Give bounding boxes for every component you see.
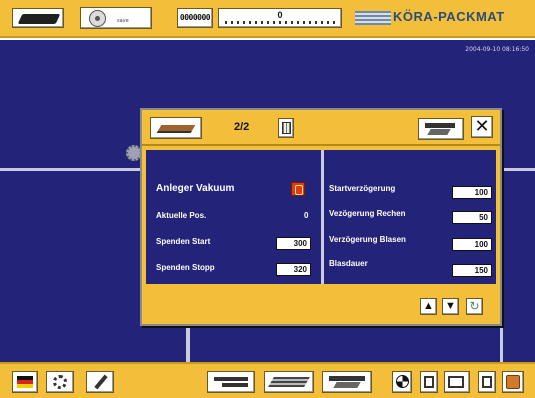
startverzoegerung-field[interactable]: 100	[452, 186, 492, 199]
service-button[interactable]	[86, 371, 114, 393]
verzoegerung-blasen-field[interactable]: 100	[452, 238, 492, 251]
disk-icon	[89, 10, 106, 27]
table-icon-base	[427, 129, 451, 135]
bottom-toolbar	[0, 362, 535, 398]
brand-stripe-icon	[355, 11, 391, 25]
timestamp: 2004-09-10 08:16:50	[465, 46, 529, 53]
page-down-button[interactable]: ▼	[442, 298, 459, 315]
exit-button[interactable]	[502, 371, 524, 393]
table-icon	[329, 376, 365, 381]
exit-icon	[506, 375, 520, 389]
mode-icon	[396, 375, 409, 388]
dialog-footer: ▲ ▼ ↻	[142, 288, 500, 324]
column-divider	[321, 150, 324, 284]
feeder-icon	[156, 125, 196, 133]
blasdauer-field[interactable]: 150	[452, 264, 492, 277]
close-button[interactable]: ✕	[471, 116, 493, 138]
view-single-button[interactable]	[420, 371, 438, 393]
refresh-button[interactable]: ↻	[466, 298, 483, 315]
cassette-button[interactable]	[12, 8, 64, 28]
feeder-button[interactable]	[207, 371, 255, 393]
stack-icon	[268, 377, 310, 387]
param-label-verzoegerung-rechen: Vezögerung Rechen	[329, 209, 406, 218]
cassette-icon	[17, 14, 61, 24]
feeder-page-button[interactable]	[150, 117, 202, 139]
param-label-blasdauer: Blasdauer	[329, 259, 368, 268]
table-icon	[425, 123, 455, 128]
refresh-icon: ↻	[469, 299, 480, 313]
feeder-icon-lower	[222, 383, 248, 387]
view-alt-icon	[482, 376, 492, 388]
vakuum-indicator[interactable]	[291, 182, 305, 196]
dialog-body: Anleger Vakuum Aktuelle Pos. 0 Spenden S…	[146, 150, 496, 284]
brand-logo: KÖRA-PACKMAT	[355, 8, 535, 28]
feeder-icon	[214, 377, 248, 381]
view-double-button[interactable]	[444, 371, 470, 393]
param-label-spenden-stopp: Spenden Stopp	[156, 263, 215, 272]
arrow-up-icon: ▲	[423, 300, 434, 312]
param-label-anleger-vakuum: Anleger Vakuum	[156, 183, 235, 194]
view-alt-button[interactable]	[478, 371, 496, 393]
parameter-dialog: 2/2 ✕ Anleger Vakuum Aktuelle Pos. 0 Spe…	[140, 108, 502, 326]
save-disk-button[interactable]: save	[80, 7, 152, 29]
counter-display: 0000000	[177, 8, 213, 28]
param-label-verzoegerung-blasen: Verzögerung Blasen	[329, 235, 406, 244]
page-indicator: 2/2	[234, 121, 250, 133]
table-tool-button[interactable]	[418, 118, 464, 140]
mode-button[interactable]	[392, 371, 412, 393]
progress-scale	[225, 21, 335, 24]
spenden-start-field[interactable]: 300	[276, 237, 311, 250]
verzoegerung-rechen-field[interactable]: 50	[452, 211, 492, 224]
manual-button[interactable]	[278, 118, 294, 138]
wrench-icon	[94, 374, 108, 390]
page-up-button[interactable]: ▲	[420, 298, 437, 315]
settings-button[interactable]	[46, 371, 74, 393]
view-single-icon	[424, 376, 434, 388]
top-toolbar: save 0000000 0 KÖRA-PACKMAT	[0, 0, 535, 38]
param-label-aktuelle-pos: Aktuelle Pos.	[156, 211, 207, 220]
aktuelle-pos-value: 0	[304, 211, 309, 220]
spenden-stopp-field[interactable]: 320	[276, 263, 311, 276]
german-flag-gold	[17, 384, 33, 388]
machine-overview: 2004-09-10 08:16:50 2/2 ✕ Anleger Vakuum	[0, 40, 535, 362]
pipe-horizontal-left	[0, 168, 140, 171]
stack-button[interactable]	[264, 371, 314, 393]
dialog-header: 2/2 ✕	[142, 110, 500, 146]
settings-gear-icon	[53, 375, 67, 389]
progress-display: 0	[218, 8, 342, 28]
book-icon	[282, 122, 291, 134]
pipe-horizontal-right	[502, 168, 535, 171]
view-double-icon	[448, 376, 464, 388]
arrow-down-icon: ▼	[445, 300, 456, 312]
param-label-spenden-start: Spenden Start	[156, 237, 211, 246]
brand-text: KÖRA-PACKMAT	[393, 9, 505, 24]
disk-caption: save	[117, 18, 129, 24]
table-button[interactable]	[322, 371, 372, 393]
table-icon-base	[333, 382, 361, 388]
param-label-startverzoegerung: Startverzögerung	[329, 184, 396, 193]
progress-value: 0	[277, 10, 283, 20]
language-button[interactable]	[12, 371, 38, 393]
